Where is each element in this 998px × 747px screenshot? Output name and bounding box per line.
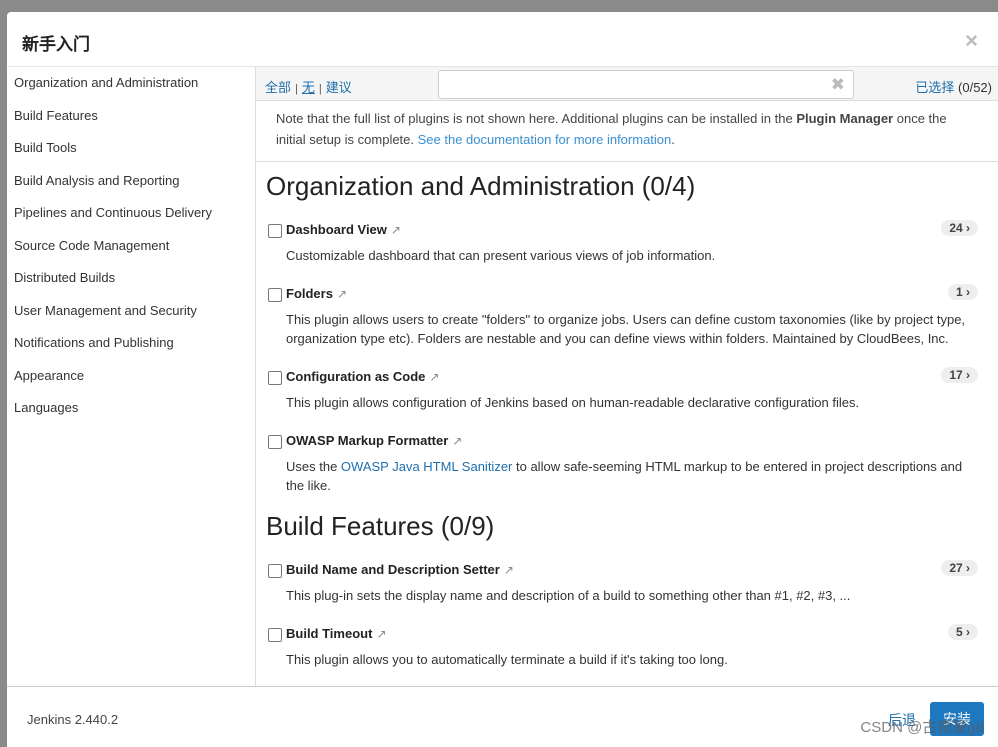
plugin-main: 全部 | 无 | 建议 ✖ 已选择 (0/52) Note that the full … [256, 67, 998, 686]
sidebar-item-notifications[interactable]: Notifications and Publishing [7, 327, 255, 360]
external-link-icon[interactable]: ↗ [337, 287, 347, 301]
dependency-badge[interactable]: 1 › [947, 284, 978, 300]
clear-icon[interactable]: ✖ [831, 75, 845, 95]
plugin-note: Note that the full list of plugins is no… [256, 101, 998, 162]
select-all-link[interactable]: 全部 [265, 80, 291, 95]
close-icon[interactable]: × [965, 28, 978, 54]
selected-count: 已选择 (0/52) [915, 77, 992, 96]
separator: | [295, 83, 298, 95]
plugin-item[interactable]: OWASP Markup Formatter ↗ Uses the OWASP Ja… [266, 428, 998, 495]
plugin-item[interactable]: Build Timeout ↗ 5 › This plugin allows you … [266, 621, 998, 669]
sidebar-item-build-analysis[interactable]: Build Analysis and Reporting [7, 165, 255, 198]
plugin-search-input[interactable]: ✖ [438, 70, 854, 99]
sidebar-item-scm[interactable]: Source Code Management [7, 230, 255, 263]
external-link-icon[interactable]: ↗ [376, 627, 386, 641]
dependency-badge[interactable]: 17 › [941, 367, 978, 383]
sidebar-item-build-tools[interactable]: Build Tools [7, 132, 255, 165]
select-suggested-link[interactable]: 建议 [326, 80, 352, 95]
sidebar-item-pipelines[interactable]: Pipelines and Continuous Delivery [7, 197, 255, 230]
select-none-link[interactable]: 无 [302, 80, 315, 95]
watermark: CSDN @古德曼gd [860, 719, 984, 736]
sidebar-item-organization[interactable]: Organization and Administration [7, 67, 255, 100]
external-link-icon[interactable]: ↗ [504, 563, 514, 577]
dependency-badge[interactable]: 5 › [947, 624, 978, 640]
plugin-toolbar: 全部 | 无 | 建议 ✖ 已选择 (0/52) [256, 67, 998, 101]
dialog-footer: Jenkins 2.440.2 后退 安装 [7, 686, 998, 747]
category-sidebar: Organization and Administration Build Fe… [7, 67, 256, 686]
dialog-header: 新手入门 × [7, 12, 998, 67]
plugin-item[interactable]: Folders ↗ 1 › This plugin allows users to c… [266, 281, 998, 348]
plugin-list[interactable]: Organization and Administration (0/4) Da… [256, 163, 998, 686]
dependency-badge[interactable]: 24 › [941, 220, 978, 236]
plugin-item[interactable]: Configuration as Code ↗ 17 › This plugin al… [266, 364, 998, 412]
setup-wizard-dialog: 新手入门 × Organization and Administration B… [7, 12, 998, 747]
dependency-badge[interactable]: 27 › [941, 560, 978, 576]
selected-count-value: (0/52) [958, 80, 992, 95]
sidebar-item-build-features[interactable]: Build Features [7, 100, 255, 133]
sidebar-item-appearance[interactable]: Appearance [7, 360, 255, 393]
section-title: Build Features (0/9) [266, 511, 495, 541]
sidebar-item-user-management[interactable]: User Management and Security [7, 295, 255, 328]
external-link-icon[interactable]: ↗ [429, 370, 439, 384]
section-title: Organization and Administration (0/4) [266, 171, 696, 201]
dialog-title: 新手入门 [22, 35, 90, 54]
sidebar-item-distributed-builds[interactable]: Distributed Builds [7, 262, 255, 295]
jenkins-version: Jenkins 2.440.2 [27, 712, 119, 727]
owasp-link[interactable]: OWASP Java HTML Sanitizer [341, 459, 512, 474]
selected-link[interactable]: 已选择 [915, 80, 954, 95]
plugin-item[interactable]: Build Name and Description Setter ↗ 27 › Th… [266, 557, 998, 605]
external-link-icon[interactable]: ↗ [391, 223, 401, 237]
separator: | [318, 83, 322, 95]
external-link-icon[interactable]: ↗ [452, 434, 462, 448]
sidebar-item-languages[interactable]: Languages [7, 392, 255, 425]
documentation-link[interactable]: See the documentation for more informati… [418, 132, 672, 147]
plugin-item[interactable]: Dashboard View ↗ 24 › Customizable dashboar… [266, 217, 998, 265]
